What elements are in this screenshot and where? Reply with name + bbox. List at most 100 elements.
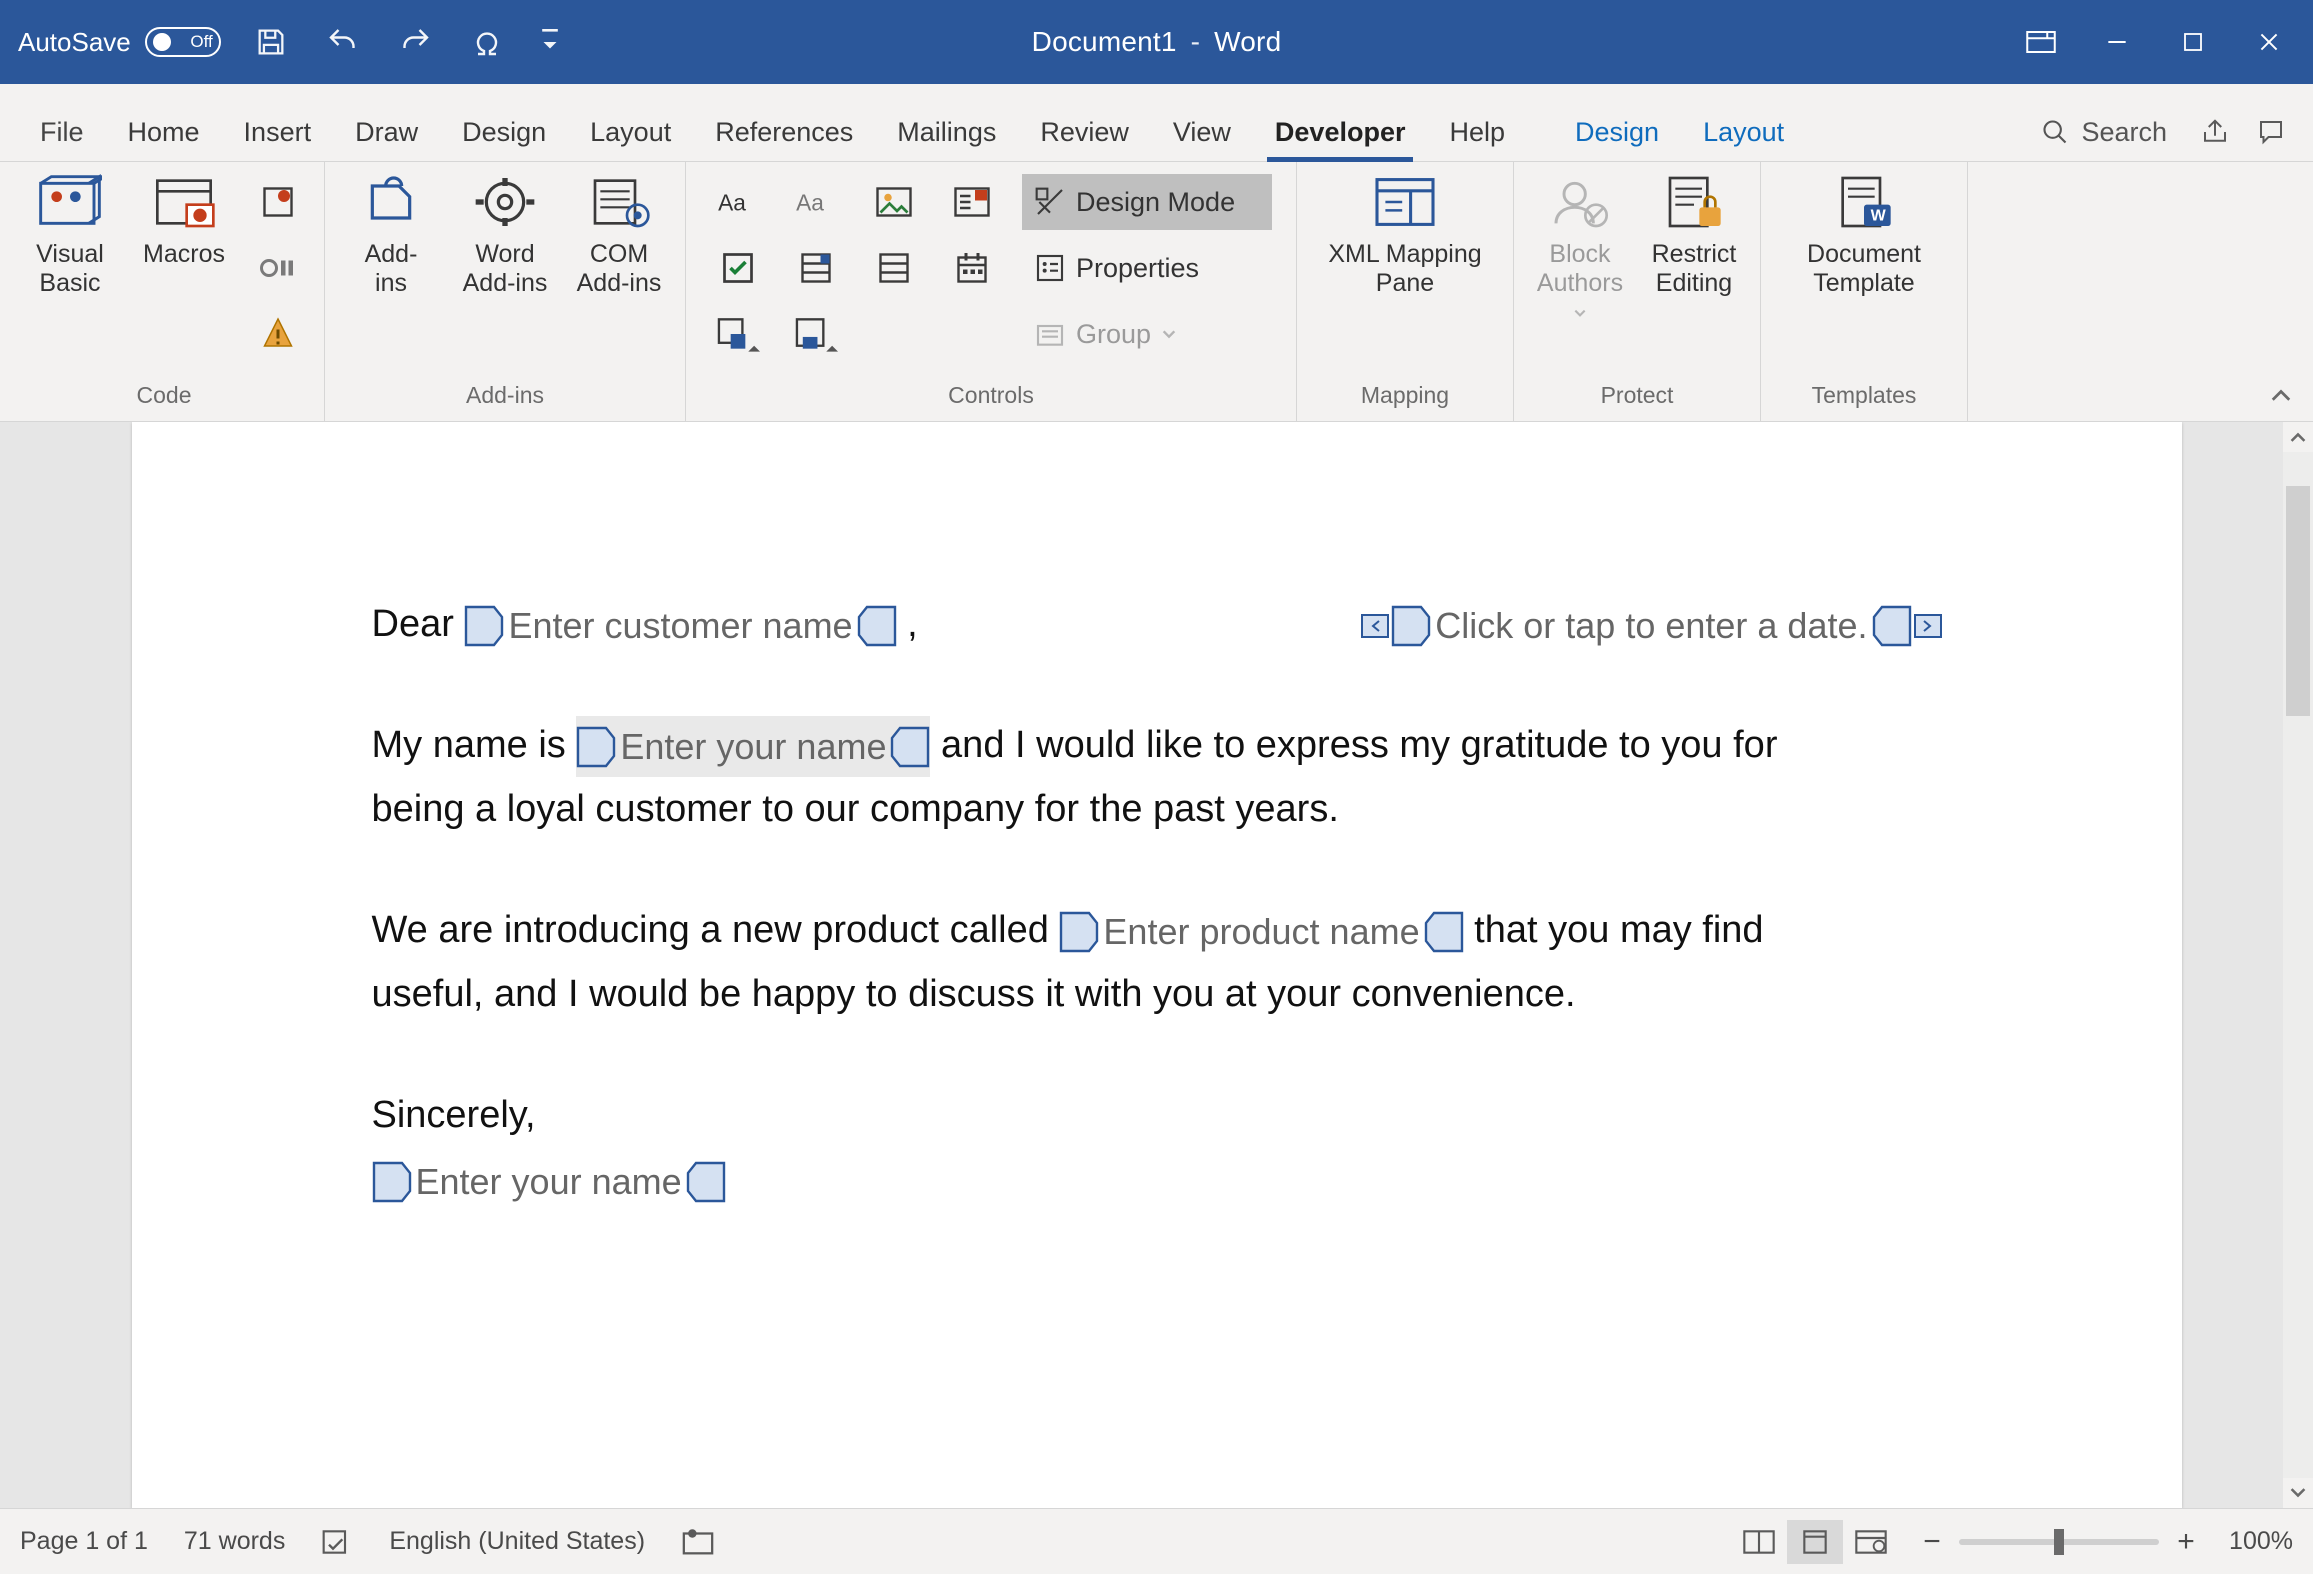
plain-text-control-icon[interactable]: Aa [788,174,844,230]
comments-icon[interactable] [2247,103,2295,161]
status-language[interactable]: English (United States) [389,1527,645,1556]
qat-more-icon[interactable] [539,22,561,62]
document-template-button[interactable]: W Document Template [1779,174,1949,298]
date-picker-control-icon[interactable] [944,240,1000,296]
xml-mapping-pane-button[interactable]: XML Mapping Pane [1315,174,1495,298]
word-addins-button[interactable]: Word Add-ins [457,174,553,298]
tab-mailings[interactable]: Mailings [875,103,1018,161]
vertical-scrollbar[interactable] [2283,422,2313,1508]
repeating-section-control-icon[interactable] [944,174,1000,230]
tab-view[interactable]: View [1151,103,1253,161]
xml-mapping-label: XML Mapping Pane [1328,240,1481,298]
content-control-customer-name[interactable]: Enter customer name [464,595,896,656]
chevron-down-icon [1161,326,1177,342]
close-icon[interactable] [2249,22,2289,62]
ribbon-tabs: File Home Insert Draw Design Layout Refe… [0,84,2313,162]
macros-button[interactable]: Macros [136,174,232,269]
cc-right-cap-icon [1424,911,1464,953]
collapse-ribbon-icon[interactable] [2263,379,2299,415]
cc-sign-placeholder: Enter your name [412,1151,686,1212]
ribbon-group-mapping-title: Mapping [1361,382,1449,415]
design-mode-icon [1034,186,1066,218]
share-icon[interactable] [2191,103,2239,161]
minimize-icon[interactable] [2097,22,2137,62]
group-icon [1034,318,1066,350]
tab-references[interactable]: References [693,103,875,161]
save-icon[interactable] [251,22,291,62]
content-control-signature[interactable]: Enter your name [372,1151,726,1212]
com-addins-button[interactable]: COM Add-ins [571,174,667,298]
undo-icon[interactable] [323,22,363,62]
record-macro-icon[interactable] [250,174,306,230]
legacy-tools-icon[interactable] [710,306,766,362]
scroll-up-icon[interactable] [2283,422,2313,452]
content-control-product-name[interactable]: Enter product name [1059,901,1463,962]
scroll-down-icon[interactable] [2283,1478,2313,1508]
redo-icon[interactable] [395,22,435,62]
combobox-control-icon[interactable] [788,240,844,296]
zoom-in-button[interactable]: + [2173,1525,2199,1559]
ribbon: Visual Basic Macros Code [0,162,2313,422]
group-button: Group [1022,306,1272,362]
addins-button[interactable]: Add- ins [343,174,439,298]
maximize-icon[interactable] [2173,22,2213,62]
web-layout-icon[interactable] [1843,1520,1899,1564]
read-mode-icon[interactable] [1731,1520,1787,1564]
tab-help[interactable]: Help [1427,103,1527,161]
search-icon [2041,118,2069,146]
text-p2a: We are introducing a new product called [372,909,1049,951]
zoom-slider-knob[interactable] [2054,1529,2064,1555]
tab-insert[interactable]: Insert [222,103,334,161]
properties-button[interactable]: Properties [1022,240,1272,296]
scrollbar-thumb[interactable] [2286,486,2310,716]
tab-review[interactable]: Review [1018,103,1151,161]
building-block-control-icon[interactable] [788,306,844,362]
document-area: Dear Enter customer name , Click or tap … [0,422,2313,1508]
quick-access-toolbar [251,22,561,62]
dropdown-control-icon[interactable] [866,240,922,296]
zoom-out-button[interactable]: − [1919,1525,1945,1559]
svg-text:W: W [1871,208,1887,225]
design-mode-label: Design Mode [1076,187,1235,218]
text-p1a: My name is [372,724,566,766]
app-name: Word [1214,26,1281,57]
content-control-your-name[interactable]: Enter your name [576,716,930,777]
rich-text-control-icon[interactable]: Aa [710,174,766,230]
autosave-switch[interactable]: Off [145,27,221,57]
tab-draw[interactable]: Draw [333,103,440,161]
tab-home[interactable]: Home [106,103,222,161]
omega-icon[interactable] [467,22,507,62]
tab-developer[interactable]: Developer [1253,103,1428,161]
picture-control-icon[interactable] [866,174,922,230]
status-proofing-icon[interactable] [321,1528,353,1556]
tab-layout[interactable]: Layout [568,103,693,161]
scrollbar-track[interactable] [2283,452,2313,1478]
cc-left-cap-icon [464,605,504,647]
window-title: Document1 - Word [1032,26,1282,58]
tab-table-layout[interactable]: Layout [1681,103,1806,161]
tab-design[interactable]: Design [440,103,568,161]
content-control-date[interactable]: Click or tap to enter a date. [1361,595,1941,656]
zoom-slider[interactable] [1959,1539,2159,1545]
design-mode-button[interactable]: Design Mode [1022,174,1272,230]
macro-security-icon[interactable] [250,306,306,362]
autosave-state: Off [190,32,212,52]
status-words[interactable]: 71 words [184,1527,285,1556]
autosave-toggle[interactable]: AutoSave Off [18,27,221,58]
chevron-down-icon [1573,308,1587,318]
status-macro-icon[interactable] [681,1527,715,1557]
pause-recording-icon[interactable] [250,240,306,296]
zoom-level[interactable]: 100% [2213,1527,2293,1556]
checkbox-control-icon[interactable] [710,240,766,296]
tab-table-design[interactable]: Design [1553,103,1681,161]
restrict-editing-button[interactable]: Restrict Editing [1646,174,1742,298]
status-page[interactable]: Page 1 of 1 [20,1527,148,1556]
visual-basic-button[interactable]: Visual Basic [22,174,118,298]
tab-file[interactable]: File [18,103,106,161]
print-layout-icon[interactable] [1787,1520,1843,1564]
document-name: Document1 [1032,26,1177,57]
search-box[interactable]: Search [2025,103,2183,161]
document-page[interactable]: Dear Enter customer name , Click or tap … [132,422,2182,1508]
ribbon-group-code-title: Code [137,382,192,415]
ribbon-display-options-icon[interactable] [2021,22,2061,62]
